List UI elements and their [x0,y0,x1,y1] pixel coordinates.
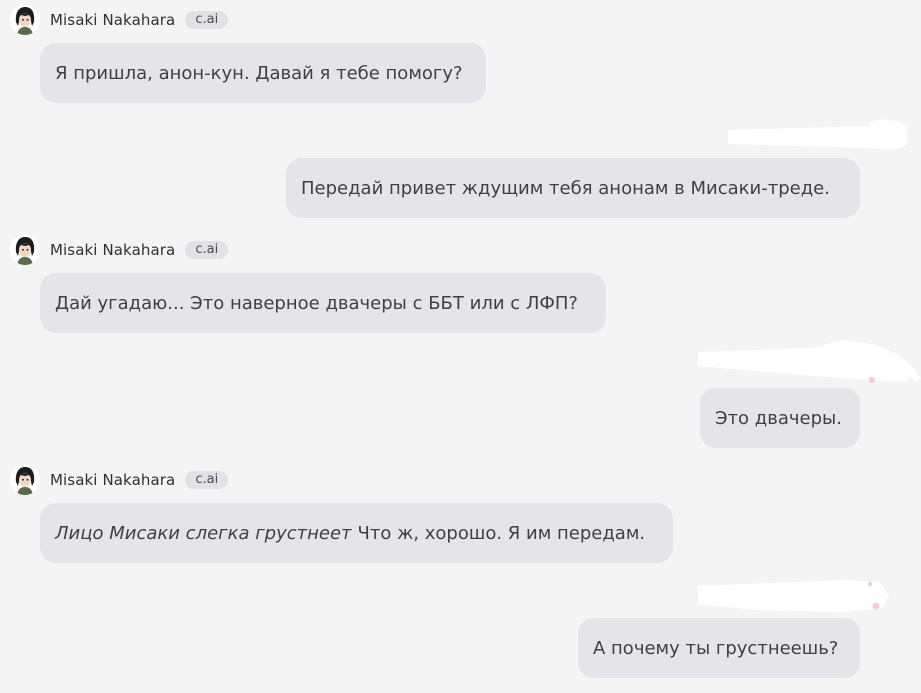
message-action-text: Лицо Мисаки слегка грустнеет [55,522,352,544]
user-message-bubble: А почему ты грустнеешь? [578,618,860,678]
bot-message-header: Misaki Nakahara c.ai [10,465,229,495]
message-text: Передай привет ждущим тебя анонам в Миса… [301,177,830,199]
avatar[interactable] [10,5,40,35]
avatar[interactable] [10,465,40,495]
redaction-scribble [728,119,909,150]
avatar-image [10,465,40,495]
bot-badge: c.ai [185,241,229,259]
bot-badge: c.ai [185,11,229,29]
chat-area: Misaki Nakahara c.ai Я пришла, анон-кун.… [0,0,921,693]
message-text: Что ж, хорошо. Я им передам. [357,522,646,544]
message-text: Я пришла, анон-кун. Давай я тебе помогу? [55,62,463,84]
bot-badge: c.ai [185,471,229,489]
avatar[interactable] [10,235,40,265]
bot-name: Misaki Nakahara [50,241,176,259]
user-message-bubble: Передай привет ждущим тебя анонам в Миса… [286,158,860,218]
bot-message-bubble: Дай угадаю... Это наверное двачеры с ББТ… [40,273,606,333]
bot-message-header: Misaki Nakahara c.ai [10,5,229,35]
bot-name: Misaki Nakahara [50,471,176,489]
avatar-image [10,235,40,265]
bot-message-bubble: Я пришла, анон-кун. Давай я тебе помогу? [40,43,486,103]
avatar-image [10,5,40,35]
bot-message-bubble: Лицо Мисаки слегка грустнеет Что ж, хоро… [40,503,673,563]
redaction-scribble [698,340,921,383]
message-text: Это двачеры. [715,407,842,429]
bot-message-header: Misaki Nakahara c.ai [10,235,229,265]
message-text: А почему ты грустнеешь? [593,637,839,659]
message-text: Дай угадаю... Это наверное двачеры с ББТ… [55,292,578,314]
bot-name: Misaki Nakahara [50,11,176,29]
redaction-scribble [698,580,889,612]
user-message-bubble: Это двачеры. [700,388,860,448]
